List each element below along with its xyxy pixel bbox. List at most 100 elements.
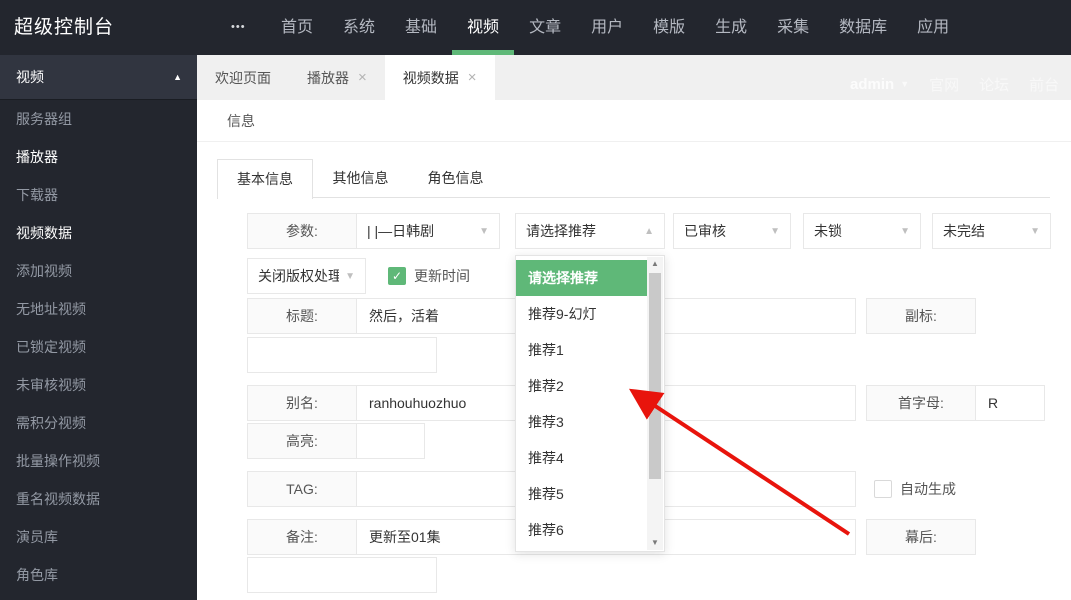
dropdown-option-6[interactable]: 推荐6 — [516, 512, 647, 548]
dropdown-option-placeholder[interactable]: 请选择推荐 — [516, 260, 647, 296]
audit-select-value: 已审核 — [684, 223, 726, 239]
highlight-input[interactable] — [356, 423, 425, 459]
caret-down-icon: ▼ — [770, 225, 780, 237]
sidebar-item-duplicate-video[interactable]: 重名视频数据 — [0, 480, 197, 518]
autogen-label: 自动生成 — [900, 481, 956, 497]
title-extra-input[interactable] — [247, 337, 437, 373]
tab-video-data[interactable]: 视频数据 × — [384, 55, 495, 100]
sidebar-item-server-group[interactable]: 服务器组 — [0, 100, 197, 138]
sidebar-item-downloader[interactable]: 下载器 — [0, 176, 197, 214]
sidebar-item-add-video[interactable]: 添加视频 — [0, 252, 197, 290]
active-nav-underline — [452, 50, 515, 55]
more-menu-icon[interactable]: ••• — [231, 0, 246, 55]
scrollbar-thumb[interactable] — [649, 273, 661, 479]
finish-select[interactable]: 未完结 ▼ — [932, 213, 1051, 249]
tag-label: TAG: — [247, 471, 357, 507]
caret-down-icon: ▼ — [345, 270, 355, 282]
page: 超级控制台 ••• 首页 系统 基础 视频 文章 用户 模版 生成 采集 数据库… — [0, 0, 1071, 600]
initial-label: 首字母: — [866, 385, 976, 421]
tab-player-label: 播放器 — [307, 69, 349, 86]
audit-select[interactable]: 已审核 ▼ — [673, 213, 791, 249]
user-links: admin ▼ 官网 论坛 前台 — [850, 69, 1059, 99]
top-header: 超级控制台 ••• 首页 系统 基础 视频 文章 用户 模版 生成 采集 数据库… — [0, 0, 1071, 55]
autogen-checkbox[interactable] — [874, 480, 892, 498]
scroll-down-icon[interactable]: ▼ — [647, 536, 663, 550]
alias-label: 别名: — [247, 385, 357, 421]
sidebar-item-batch-video[interactable]: 批量操作视频 — [0, 442, 197, 480]
nav-item-video[interactable]: 视频 — [452, 0, 515, 55]
update-time-checkbox[interactable]: ✓ — [388, 267, 406, 285]
dropdown-option-4[interactable]: 推荐4 — [516, 440, 647, 476]
check-icon: ✓ — [391, 269, 403, 283]
sidebar-item-locked-video[interactable]: 已锁定视频 — [0, 328, 197, 366]
app-title: 超级控制台 — [14, 17, 115, 38]
dropdown-option-2[interactable]: 推荐2 — [516, 368, 647, 404]
tab-player[interactable]: 播放器 × — [289, 55, 385, 100]
dropdown-option-9[interactable]: 推荐9-幻灯 — [516, 296, 647, 332]
tabs-divider — [217, 197, 1050, 198]
sidebar-item-role-library[interactable]: 角色库 — [0, 556, 197, 594]
copyright-select[interactable]: 关闭版权处理 ▼ — [247, 258, 366, 294]
sidebar-item-video-data[interactable]: 视频数据 — [0, 214, 197, 252]
recommend-select[interactable]: 请选择推荐 ▲ — [515, 213, 665, 249]
finish-select-value: 未完结 — [943, 223, 985, 239]
caret-up-icon: ▲ — [644, 225, 654, 237]
param-label: 参数: — [247, 213, 357, 249]
caret-down-icon: ▼ — [479, 225, 489, 237]
lock-select[interactable]: 未锁 ▼ — [803, 213, 921, 249]
initial-input[interactable]: R — [975, 385, 1045, 421]
breadcrumb-bar: 信息 — [197, 100, 1071, 142]
tab-welcome[interactable]: 欢迎页面 — [197, 55, 289, 100]
collapse-up-icon[interactable]: ▲ — [173, 55, 182, 100]
recommend-dropdown-panel: 请选择推荐 推荐9-幻灯 推荐1 推荐2 推荐3 推荐4 推荐5 推荐6 ▲ ▼ — [515, 255, 665, 552]
link-official-site[interactable]: 官网 — [929, 74, 959, 95]
dropdown-option-5[interactable]: 推荐5 — [516, 476, 647, 512]
recommend-select-value: 请选择推荐 — [526, 223, 596, 239]
sidebar-item-actor-library[interactable]: 演员库 — [0, 518, 197, 556]
sidebar: 视频 ▲ 服务器组 播放器 下载器 视频数据 添加视频 无地址视频 已锁定视频 … — [0, 55, 197, 600]
scroll-up-icon[interactable]: ▲ — [647, 257, 663, 271]
caret-down-icon: ▼ — [1030, 225, 1040, 237]
note-label: 备注: — [247, 519, 357, 555]
nav-item-app[interactable]: 应用 — [902, 0, 964, 55]
caret-down-icon: ▼ — [900, 225, 910, 237]
close-icon[interactable]: × — [358, 69, 367, 86]
title-label: 标题: — [247, 298, 357, 334]
nav-item-generate[interactable]: 生成 — [700, 0, 762, 55]
nav-item-article[interactable]: 文章 — [514, 0, 576, 55]
highlight-label: 高亮: — [247, 423, 357, 459]
note-extra-input[interactable] — [247, 557, 437, 593]
param-select[interactable]: | |—日韩剧 ▼ — [356, 213, 500, 249]
sidebar-item-player[interactable]: 播放器 — [0, 138, 197, 176]
link-frontend[interactable]: 前台 — [1029, 74, 1059, 95]
tab-role-info[interactable]: 角色信息 — [408, 159, 503, 198]
tab-video-data-label: 视频数据 — [402, 69, 459, 86]
tab-other-info[interactable]: 其他信息 — [313, 159, 408, 198]
nav-item-system[interactable]: 系统 — [328, 0, 390, 55]
nav-item-basic[interactable]: 基础 — [390, 0, 452, 55]
behind-label: 幕后: — [866, 519, 976, 555]
sidebar-item-points-video[interactable]: 需积分视频 — [0, 404, 197, 442]
nav-item-video-label: 视频 — [467, 19, 500, 36]
user-menu[interactable]: admin ▼ — [850, 76, 909, 93]
close-icon[interactable]: × — [468, 69, 477, 86]
nav-item-template[interactable]: 模版 — [638, 0, 700, 55]
nav-item-database[interactable]: 数据库 — [824, 0, 902, 55]
subtitle-label: 副标: — [866, 298, 976, 334]
tab-welcome-label: 欢迎页面 — [215, 69, 271, 86]
nav-item-home[interactable]: 首页 — [266, 0, 328, 55]
tab-basic-info[interactable]: 基本信息 — [217, 159, 313, 199]
sidebar-item-no-address-video[interactable]: 无地址视频 — [0, 290, 197, 328]
dropdown-scrollbar[interactable]: ▲ ▼ — [647, 257, 663, 550]
username: admin — [850, 75, 895, 93]
lock-select-value: 未锁 — [814, 223, 842, 239]
dropdown-option-3[interactable]: 推荐3 — [516, 404, 647, 440]
nav-item-user[interactable]: 用户 — [576, 0, 638, 55]
sidebar-group-label: 视频 — [16, 69, 44, 85]
link-forum[interactable]: 论坛 — [979, 74, 1009, 95]
nav-item-collect[interactable]: 采集 — [762, 0, 824, 55]
sidebar-item-unaudited-video[interactable]: 未审核视频 — [0, 366, 197, 404]
update-time-label: 更新时间 — [414, 268, 470, 284]
sidebar-group-video[interactable]: 视频 ▲ — [0, 55, 197, 100]
dropdown-option-1[interactable]: 推荐1 — [516, 332, 647, 368]
